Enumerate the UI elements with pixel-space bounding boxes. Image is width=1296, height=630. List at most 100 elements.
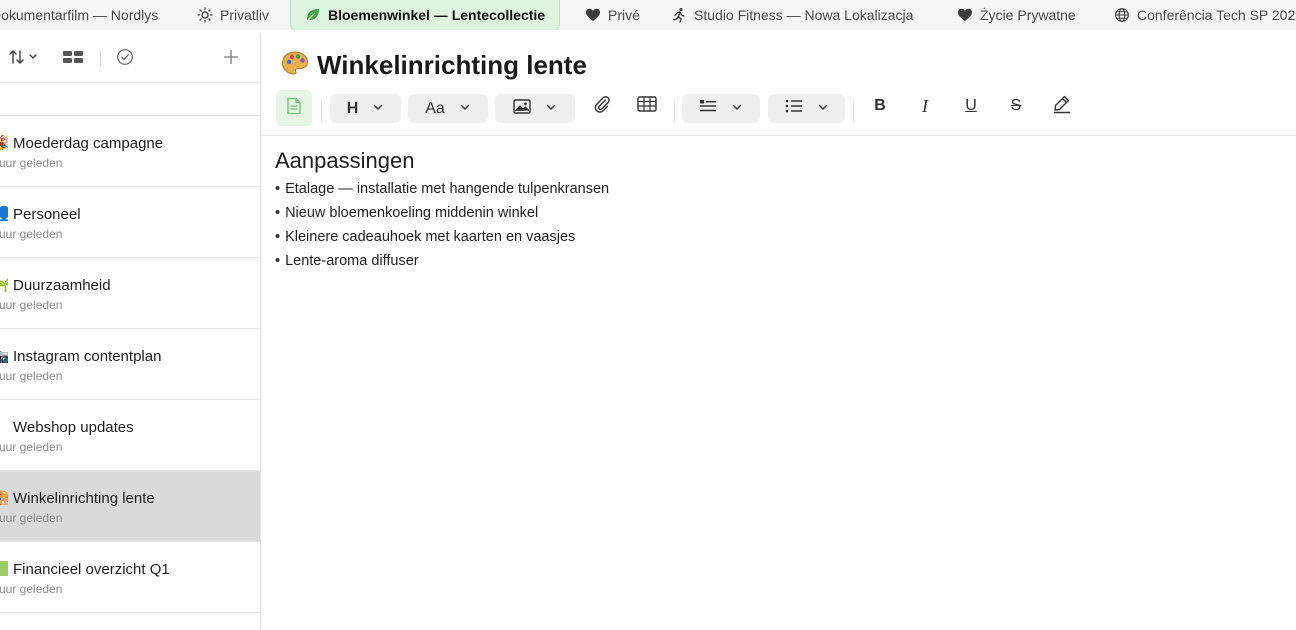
- font-label: Aa: [425, 99, 445, 117]
- plus-icon: [223, 49, 239, 70]
- note-timestamp: uur geleden: [0, 440, 63, 454]
- table-icon: [637, 95, 657, 117]
- format-toolbar: H Aa B I U S: [261, 86, 1296, 136]
- tab-studio-fitness[interactable]: Studio Fitness — Nowa Lokalizacja: [671, 0, 913, 30]
- document-title[interactable]: Winkelinrichting lente: [281, 48, 587, 82]
- add-note-button[interactable]: [220, 48, 242, 70]
- heart-icon: [957, 7, 973, 23]
- tab-conferencia-tech[interactable]: Conferência Tech SP 2025: [1114, 0, 1296, 30]
- document-icon: [286, 97, 302, 120]
- document-title-text: Winkelinrichting lente: [317, 49, 587, 80]
- underline-button[interactable]: U: [956, 89, 986, 123]
- note-list: 🎉 Moederdag campagne uur geleden 👤 Perso…: [0, 116, 260, 613]
- gallery-view-icon: [62, 49, 84, 70]
- note-instagram-contentplan[interactable]: 📷 Instagram contentplan uur geleden: [0, 329, 260, 400]
- note-timestamp: uur geleden: [0, 156, 63, 170]
- note-emoji: 📷: [0, 347, 8, 363]
- check-button[interactable]: [114, 48, 136, 70]
- bold-label: B: [874, 97, 886, 114]
- tab-bloemenwinkel[interactable]: Bloemenwinkel — Lentecollectie: [290, 0, 561, 30]
- note-personeel[interactable]: 👤 Personeel uur geleden: [0, 187, 260, 258]
- tab-privatliv[interactable]: Privatliv: [197, 0, 269, 30]
- note-timestamp: uur geleden: [0, 369, 63, 383]
- editor: Winkelinrichting lente H Aa B I U S Aanp…: [261, 34, 1296, 630]
- list-item: Lente-aroma diffuser: [275, 249, 1275, 273]
- attach-button[interactable]: [587, 89, 617, 123]
- italic-button[interactable]: I: [910, 89, 940, 123]
- bold-button[interactable]: B: [865, 89, 895, 123]
- underline-label: U: [965, 97, 977, 114]
- tab-zycie-prywatne[interactable]: Życie Prywatne: [957, 0, 1076, 30]
- strikethrough-label: S: [1010, 97, 1022, 114]
- checklist-dropdown[interactable]: [682, 94, 760, 123]
- list-item: Nieuw bloemenkoeling middenin winkel: [275, 201, 1275, 225]
- highlight-button[interactable]: [1047, 89, 1077, 123]
- tab-label: Dokumentarfilm — Nordlys: [0, 7, 159, 23]
- note-title: Duurzaamheid: [13, 277, 111, 294]
- tab-dokumentarfilm[interactable]: Dokumentarfilm — Nordlys: [0, 0, 158, 30]
- note-winkelinrichting-lente[interactable]: 🎨 Winkelinrichting lente uur geleden: [0, 471, 260, 542]
- note-title: Webshop updates: [13, 419, 134, 436]
- heart-icon: [585, 7, 601, 23]
- sun-icon: [197, 7, 213, 23]
- tab-bar: Dokumentarfilm — Nordlys Privatliv Bloem…: [0, 0, 1296, 30]
- toolbar-divider: [100, 51, 101, 67]
- note-timestamp: uur geleden: [0, 511, 63, 525]
- note-title: Instagram contentplan: [13, 348, 162, 365]
- chevron-down-icon: [545, 100, 557, 118]
- note-timestamp: uur geleden: [0, 582, 63, 596]
- sidebar-toolbar: [0, 34, 260, 83]
- image-icon: [513, 98, 531, 119]
- list-dropdown[interactable]: [768, 94, 845, 123]
- toolbar-divider: [853, 100, 854, 122]
- italic-label: I: [922, 95, 928, 116]
- table-button[interactable]: [632, 89, 662, 123]
- note-emoji: ▌: [0, 418, 8, 434]
- image-dropdown[interactable]: [495, 94, 575, 123]
- heading-dropdown[interactable]: H: [330, 94, 401, 123]
- note-title: Moederdag campagne: [13, 135, 164, 152]
- note-emoji: 👤: [0, 205, 8, 221]
- note-title: Personeel: [13, 206, 81, 223]
- check-circle-icon: [116, 48, 134, 71]
- chevron-down-icon: [459, 100, 471, 118]
- note-moederdag-campagne[interactable]: 🎉 Moederdag campagne uur geleden: [0, 116, 260, 187]
- bullet-list: Etalage — installatie met hangende tulpe…: [275, 177, 1275, 273]
- leaf-icon: [305, 7, 321, 23]
- note-emoji: 📗: [0, 560, 8, 576]
- note-timestamp: uur geleden: [0, 227, 63, 241]
- note-duurzaamheid[interactable]: 🌱 Duurzaamheid uur geleden: [0, 258, 260, 329]
- note-mode-button[interactable]: [276, 90, 312, 126]
- sort-button[interactable]: [6, 48, 42, 70]
- view-toggle-button[interactable]: [60, 48, 86, 70]
- note-emoji: 🎨: [0, 489, 8, 505]
- list-item: Kleinere cadeauhoek met kaarten en vaasj…: [275, 225, 1275, 249]
- toolbar-divider: [321, 100, 322, 122]
- toolbar-divider: [674, 100, 675, 122]
- note-title: Winkelinrichting lente: [13, 490, 155, 507]
- running-icon: [671, 7, 687, 23]
- note-webshop-updates[interactable]: ▌ Webshop updates uur geleden: [0, 400, 260, 471]
- note-body[interactable]: Aanpassingen Etalage — installatie met h…: [275, 146, 1275, 273]
- note-timestamp: uur geleden: [0, 298, 63, 312]
- chevron-down-icon: [372, 100, 384, 118]
- tab-label: Privatliv: [220, 7, 270, 23]
- paperclip-icon: [593, 95, 611, 118]
- palette-icon: [281, 50, 309, 81]
- tab-label: Conferência Tech SP 2025: [1137, 7, 1296, 23]
- note-emoji: 🌱: [0, 276, 8, 292]
- tab-label: Studio Fitness — Nowa Lokalizacja: [694, 7, 914, 23]
- font-dropdown[interactable]: Aa: [408, 94, 488, 123]
- chevron-down-icon: [817, 100, 829, 118]
- tab-label: Życie Prywatne: [980, 7, 1076, 23]
- tab-label: Bloemenwinkel — Lentecollectie: [328, 7, 546, 23]
- highlighter-icon: [1052, 94, 1072, 119]
- sidebar: 🎉 Moederdag campagne uur geleden 👤 Perso…: [0, 34, 261, 630]
- globe-icon: [1114, 7, 1130, 23]
- bullet-list-icon: [785, 99, 803, 118]
- heading-label: H: [346, 99, 359, 117]
- chevron-down-icon: [731, 100, 743, 118]
- strikethrough-button[interactable]: S: [1001, 89, 1031, 123]
- tab-prive[interactable]: Privé: [585, 0, 640, 30]
- note-financieel-overzicht-q1[interactable]: 📗 Financieel overzicht Q1 uur geleden: [0, 542, 260, 613]
